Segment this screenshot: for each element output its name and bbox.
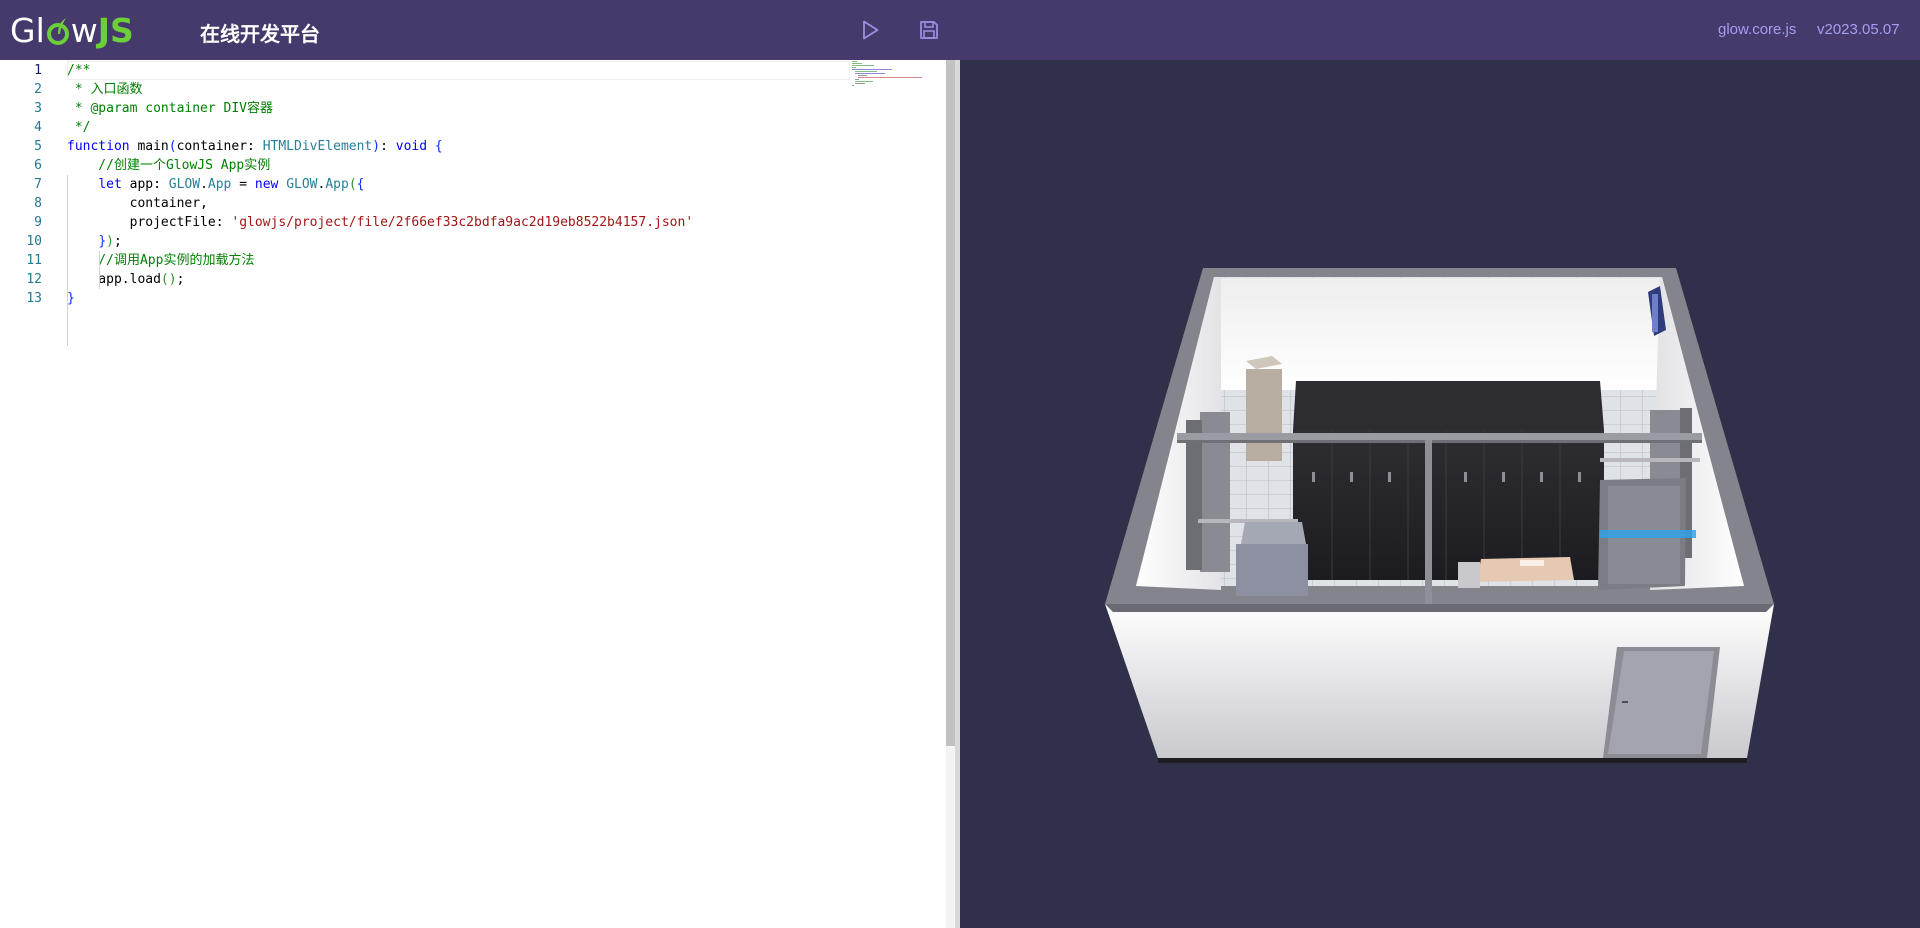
- play-icon: [863, 20, 879, 40]
- line-number: 5: [34, 139, 42, 154]
- indent-guide: [67, 175, 68, 346]
- code-token: GLOW: [286, 177, 318, 192]
- code-line[interactable]: //调用App实例的加载方法: [67, 251, 254, 270]
- code-line[interactable]: container,: [67, 194, 208, 213]
- code-line[interactable]: */: [67, 118, 91, 137]
- run-button[interactable]: [855, 15, 885, 45]
- code-token: new: [254, 177, 279, 192]
- code-token: */: [67, 120, 91, 135]
- code-token: }: [98, 234, 107, 249]
- glowjs-logo: Gl w JS: [10, 10, 134, 50]
- code-token: ;: [113, 234, 122, 249]
- library-name-link[interactable]: glow.core.js: [1718, 21, 1796, 38]
- code-token: {: [427, 139, 443, 154]
- code-token: }: [67, 291, 75, 306]
- line-number: 7: [34, 177, 42, 192]
- code-token: ;: [176, 272, 185, 287]
- code-token: (: [168, 139, 177, 154]
- line-number: 13: [26, 291, 42, 306]
- code-token: void: [395, 139, 428, 154]
- code-line[interactable]: let app: GLOW.App = new GLOW.App({: [67, 175, 364, 194]
- current-line-highlight: [67, 61, 850, 80]
- code-token: App: [325, 177, 349, 192]
- line-number: 12: [26, 272, 42, 287]
- code-token: projectFile:: [67, 215, 232, 230]
- code-token: * @param container DIV容器: [67, 101, 274, 116]
- code-line[interactable]: function main(container: HTMLDivElement)…: [67, 137, 443, 156]
- code-line[interactable]: //创建一个GlowJS App实例: [67, 156, 270, 175]
- code-line[interactable]: /**: [67, 61, 90, 80]
- logo-o-mark: [46, 15, 70, 45]
- code-token: ): [106, 234, 114, 249]
- code-token: .: [200, 177, 208, 192]
- server-room-3d-model[interactable]: [960, 60, 1920, 928]
- line-number: 9: [34, 215, 42, 230]
- code-token: :: [380, 139, 396, 154]
- code-token: function: [67, 139, 130, 154]
- indent-guide: [99, 251, 100, 289]
- code-token: container,: [67, 196, 208, 211]
- code-token: 'glowjs/project/file/2f66ef33c2bdfa9ac2d…: [231, 215, 694, 230]
- line-number: 10: [26, 234, 42, 249]
- code-token: {: [356, 177, 365, 192]
- code-token: /**: [67, 63, 91, 78]
- library-version: v2023.05.07: [1817, 21, 1900, 38]
- save-button[interactable]: [914, 15, 944, 45]
- page-title: 在线开发平台: [200, 22, 320, 46]
- line-number: 4: [34, 120, 42, 135]
- code-editor[interactable]: 1 2 3 4 5 6 7 8 9 10 11 12 13 /** * 入口函数 * @param co…: [0, 60, 960, 928]
- code-line[interactable]: * @param container DIV容器: [67, 99, 273, 118]
- code-token: main: [129, 139, 169, 154]
- code-token: //调用App实例的加载方法: [67, 253, 255, 268]
- code-token: app.load: [67, 272, 161, 287]
- code-token: app:: [121, 177, 169, 192]
- top-bar: Gl w JS 在线开发平台 glow.core.js v2023.05.07: [0, 0, 1920, 60]
- line-number: 6: [34, 158, 42, 173]
- line-number-gutter: 1 2 3 4 5 6 7 8 9 10 11 12 13: [0, 60, 50, 928]
- code-token: * 入口函数: [67, 82, 143, 97]
- code-token: App: [207, 177, 232, 192]
- line-number: 11: [26, 253, 42, 268]
- code-line[interactable]: app.load();: [67, 270, 184, 289]
- code-token: ): [372, 139, 381, 154]
- line-number: 8: [34, 196, 42, 211]
- code-token: =: [231, 177, 255, 192]
- 3d-viewport[interactable]: [960, 60, 1920, 928]
- line-number: 1: [34, 63, 42, 78]
- code-token: GLOW: [168, 177, 201, 192]
- code-line[interactable]: });: [67, 232, 122, 251]
- code-token: //创建一个GlowJS App实例: [67, 158, 271, 173]
- code-line[interactable]: * 入口函数: [67, 80, 143, 99]
- code-token: (: [348, 177, 357, 192]
- line-number: 3: [34, 101, 42, 116]
- code-token: let: [98, 177, 122, 192]
- code-line[interactable]: }: [67, 289, 75, 308]
- code-token: container:: [176, 139, 263, 154]
- minimap[interactable]: [850, 60, 945, 90]
- code-line[interactable]: projectFile: 'glowjs/project/file/2f66ef…: [67, 213, 694, 232]
- code-token: HTMLDivElement: [262, 139, 373, 154]
- line-number: 2: [34, 82, 42, 97]
- save-icon: [920, 21, 938, 39]
- code-token: (): [160, 272, 177, 287]
